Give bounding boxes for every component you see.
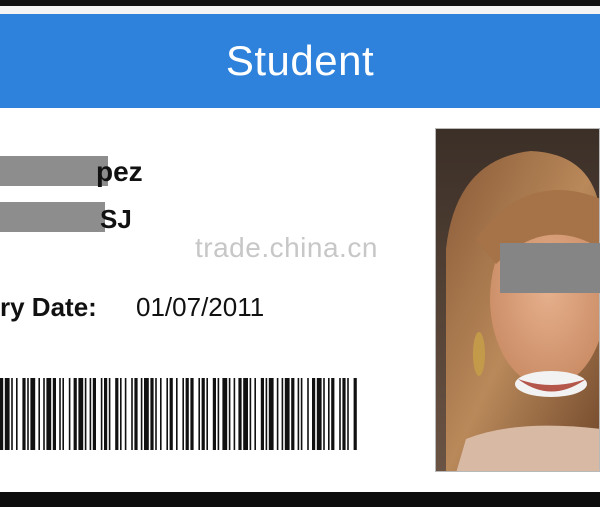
expiry-date-value: 01/07/2011 (136, 292, 265, 322)
redaction-id (0, 202, 105, 232)
bottom-border (0, 492, 600, 507)
redaction-face (500, 243, 600, 293)
redaction-name (0, 156, 108, 186)
expiry-date-label: ry Date: (0, 292, 97, 322)
watermark-text: trade.china.cn (195, 232, 378, 263)
barcode (0, 378, 357, 450)
card-top-edge (0, 6, 600, 14)
student-name: pez (96, 156, 143, 187)
card-title: Student (225, 37, 375, 84)
portrait-image (436, 129, 599, 471)
student-id: SJ (100, 204, 132, 234)
student-photo (435, 128, 600, 472)
card-header: Student (0, 14, 600, 108)
